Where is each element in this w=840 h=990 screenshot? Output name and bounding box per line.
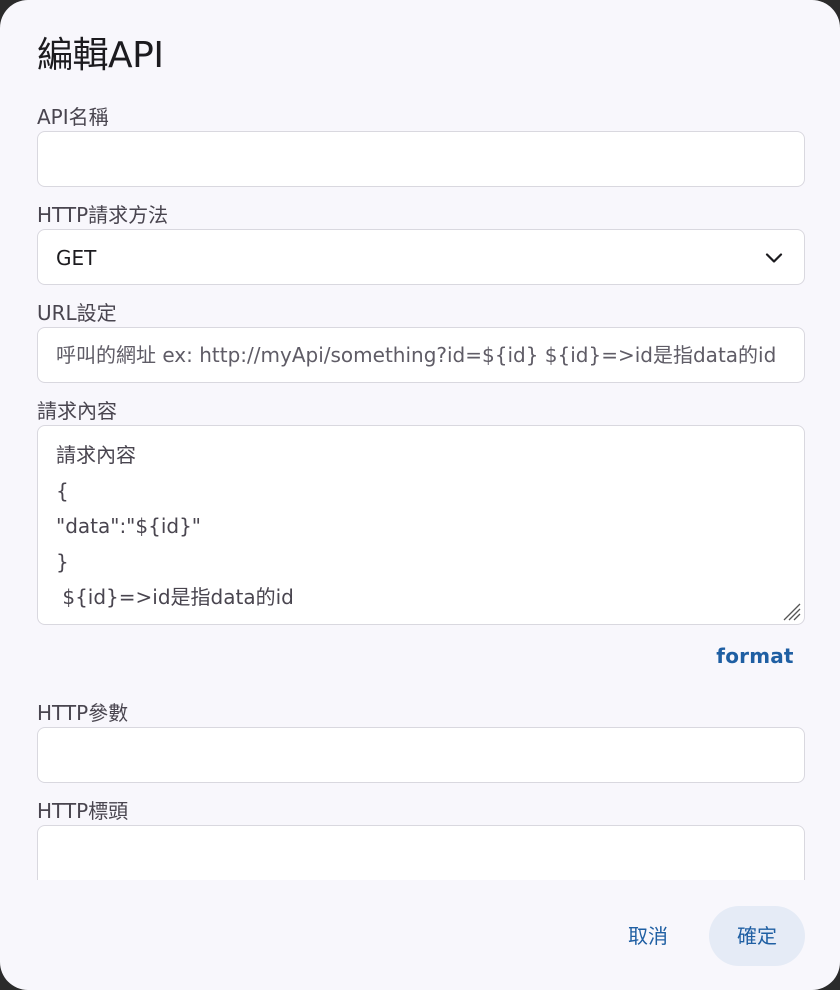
cancel-button[interactable]: 取消	[612, 906, 684, 966]
http-headers-input[interactable]	[38, 826, 804, 880]
api-name-label: API名稱	[37, 105, 109, 129]
url-input[interactable]	[38, 328, 804, 382]
http-params-field[interactable]	[37, 727, 805, 783]
edit-api-dialog: 編輯API API名稱 HTTP請求方法 GET URL設定 請求內容 form…	[0, 0, 840, 990]
url-label: URL設定	[37, 301, 117, 325]
url-field[interactable]	[37, 327, 805, 383]
api-name-input[interactable]	[38, 132, 804, 186]
request-body-textarea[interactable]	[38, 426, 804, 624]
http-params-input[interactable]	[38, 728, 804, 782]
http-params-label: HTTP參數	[37, 701, 129, 725]
format-button[interactable]: format	[712, 640, 798, 672]
http-headers-label: HTTP標頭	[37, 799, 129, 823]
dialog-title: 編輯API	[37, 35, 164, 76]
request-body-label: 請求內容	[37, 399, 117, 423]
request-body-field[interactable]	[37, 425, 805, 625]
resize-handle-icon[interactable]	[780, 600, 802, 622]
http-headers-field[interactable]	[37, 825, 805, 880]
http-method-value: GET	[56, 246, 97, 270]
api-name-field[interactable]	[37, 131, 805, 187]
confirm-button[interactable]: 確定	[709, 906, 805, 966]
chevron-down-icon	[765, 253, 783, 263]
http-method-select[interactable]: GET	[37, 229, 805, 285]
http-method-label: HTTP請求方法	[37, 203, 169, 227]
